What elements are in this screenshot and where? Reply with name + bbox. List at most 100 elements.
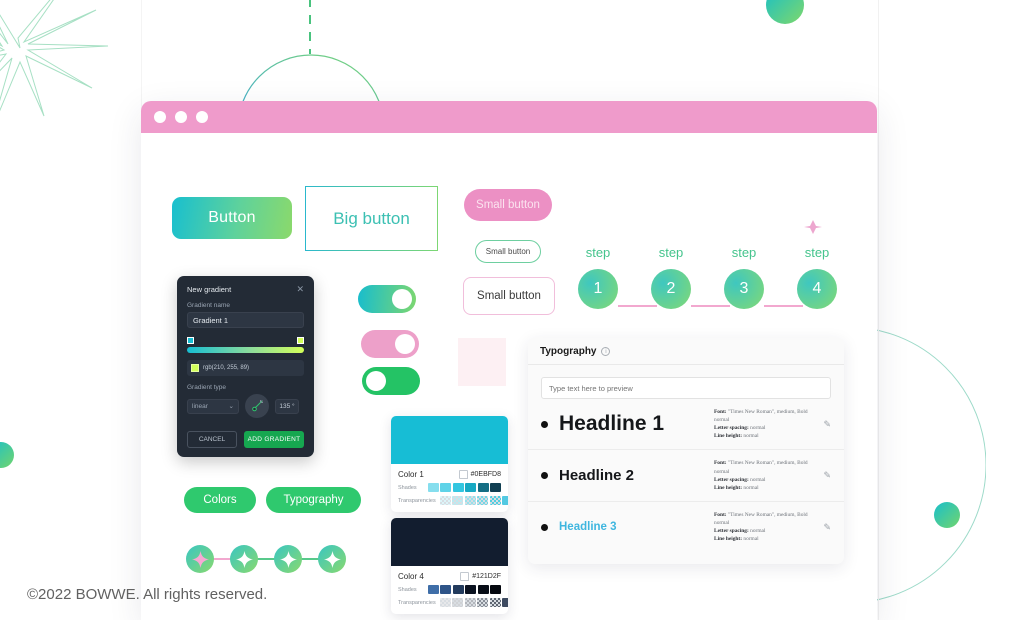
copy-icon[interactable] xyxy=(460,571,470,581)
transparency-chip[interactable] xyxy=(489,496,501,505)
step-circle[interactable]: 4 xyxy=(797,269,837,309)
sparkle-node-2[interactable] xyxy=(230,545,258,573)
shade-chip[interactable] xyxy=(465,483,476,492)
toggle-pink[interactable] xyxy=(361,330,419,358)
shade-chip[interactable] xyxy=(440,483,451,492)
color-card-4[interactable]: Color 4 #121D2F Shades Transparencies xyxy=(391,518,508,614)
gradient-stop-end[interactable] xyxy=(297,337,304,344)
step-4[interactable]: step 4 xyxy=(797,245,837,309)
headline-sample: Headline 1 xyxy=(559,412,665,436)
step-3[interactable]: step 3 xyxy=(724,245,764,309)
color-hex-group[interactable]: #0EBFD8 xyxy=(458,469,501,479)
transparency-chip[interactable] xyxy=(439,598,451,607)
sparkle-node-1[interactable] xyxy=(186,545,214,573)
sparkle-icon xyxy=(235,550,253,568)
color-hex-group[interactable]: #121D2F xyxy=(460,571,501,581)
window-dot-red[interactable] xyxy=(154,111,166,123)
shade-chip[interactable] xyxy=(452,585,464,594)
sparkle-node-4[interactable] xyxy=(318,545,346,573)
step-label: step xyxy=(731,245,757,260)
pencil-icon[interactable]: ✎ xyxy=(818,470,831,481)
circle-decoration-left xyxy=(0,442,14,468)
circle-decoration-top-right xyxy=(766,0,804,24)
add-gradient-button[interactable]: ADD GRADIENT xyxy=(244,431,304,448)
copy-icon[interactable] xyxy=(458,469,468,479)
shade-chip[interactable] xyxy=(490,483,501,492)
gradient-stops[interactable] xyxy=(187,337,304,345)
typography-meta: Font: "Times New Roman", medium, Bold no… xyxy=(714,408,818,440)
shades-label: Shades xyxy=(398,586,417,593)
shade-chip[interactable] xyxy=(477,483,489,492)
gradient-preview-bar[interactable] xyxy=(187,347,304,353)
gradient-stop-start[interactable] xyxy=(187,337,194,344)
font-label: Font: xyxy=(714,511,727,518)
small-button-outline[interactable]: Small button xyxy=(475,240,541,263)
shade-chip[interactable] xyxy=(427,483,439,492)
gradient-color-value-row[interactable]: rgb(210, 255, 89) xyxy=(187,360,304,376)
typography-row-headline-2[interactable]: Headline 2 Font: "Times New Roman", medi… xyxy=(528,450,844,502)
close-icon[interactable]: ✕ xyxy=(296,285,304,294)
shade-chip[interactable] xyxy=(427,585,439,594)
shade-chip[interactable] xyxy=(490,585,501,594)
step-circle[interactable]: 3 xyxy=(724,269,764,309)
step-1[interactable]: step 1 xyxy=(578,245,618,309)
color-hex: #121D2F xyxy=(472,573,501,580)
step-label: step xyxy=(804,245,830,260)
transparencies-label: Transparencies xyxy=(398,599,436,606)
shade-chip[interactable] xyxy=(452,483,464,492)
window-dot-green[interactable] xyxy=(196,111,208,123)
color-card-body: Color 4 #121D2F Shades Transparencies xyxy=(391,566,508,614)
color-card-header: Color 1 #0EBFD8 xyxy=(398,469,501,479)
shade-chip[interactable] xyxy=(440,585,451,594)
toggle-green[interactable] xyxy=(362,367,420,395)
circle-decoration-right xyxy=(934,502,960,528)
transparencies-chips[interactable] xyxy=(439,496,508,505)
small-button-solid[interactable]: Small button xyxy=(464,189,552,221)
transparency-chip[interactable] xyxy=(489,598,501,607)
gradient-name-input[interactable] xyxy=(187,312,304,328)
gradient-button[interactable]: Button xyxy=(172,197,292,239)
pencil-icon[interactable]: ✎ xyxy=(818,419,831,430)
step-circle[interactable]: 1 xyxy=(578,269,618,309)
angle-value[interactable]: 135 ° xyxy=(275,398,299,414)
gradient-type-select[interactable]: linear ⌄ xyxy=(187,398,239,414)
shades-chips[interactable] xyxy=(427,585,501,594)
transparencies-chips[interactable] xyxy=(439,598,508,607)
shade-chip[interactable] xyxy=(477,585,489,594)
page-root: Button Big button Small button Small but… xyxy=(0,0,1020,620)
transparency-chip[interactable] xyxy=(477,496,489,505)
transparency-chip[interactable] xyxy=(502,496,508,505)
transparency-chip[interactable] xyxy=(502,598,508,607)
window-dot-yellow[interactable] xyxy=(175,111,187,123)
sparkle-node-3[interactable] xyxy=(274,545,302,573)
starburst-decoration xyxy=(0,0,109,117)
pencil-icon[interactable]: ✎ xyxy=(818,522,831,533)
transparency-chip[interactable] xyxy=(477,598,489,607)
typography-row-headline-1[interactable]: Headline 1 Font: "Times New Roman", medi… xyxy=(528,399,844,451)
transparency-chip[interactable] xyxy=(452,496,464,505)
typography-preview-input[interactable] xyxy=(541,377,831,399)
angle-knob[interactable] xyxy=(245,394,269,418)
big-button[interactable]: Big button xyxy=(305,186,438,251)
step-2[interactable]: step 2 xyxy=(651,245,691,309)
line-height-label: Line height: xyxy=(714,484,743,491)
weight-value: normal xyxy=(714,468,730,475)
step-circle[interactable]: 2 xyxy=(651,269,691,309)
pill-colors[interactable]: Colors xyxy=(184,487,256,513)
weight-value: normal xyxy=(714,417,730,424)
transparency-chip[interactable] xyxy=(464,598,476,607)
sparkle-icon xyxy=(191,550,209,568)
shade-chip[interactable] xyxy=(465,585,476,594)
pill-typography[interactable]: Typography xyxy=(266,487,361,513)
cancel-button[interactable]: CANCEL xyxy=(187,431,237,448)
toggle-gradient[interactable] xyxy=(358,285,416,313)
shades-chips[interactable] xyxy=(427,483,501,492)
small-button-pink-outline[interactable]: Small button xyxy=(463,277,555,315)
transparency-chip[interactable] xyxy=(464,496,476,505)
color-card-1[interactable]: Color 1 #0EBFD8 Shades Transparencies xyxy=(391,416,508,512)
transparency-chip[interactable] xyxy=(452,598,464,607)
info-icon[interactable]: i xyxy=(601,346,611,356)
transparency-chip[interactable] xyxy=(439,496,451,505)
typography-row-headline-3[interactable]: Headline 3 Font: "Times New Roman", medi… xyxy=(528,502,844,552)
window-titlebar xyxy=(141,101,877,133)
